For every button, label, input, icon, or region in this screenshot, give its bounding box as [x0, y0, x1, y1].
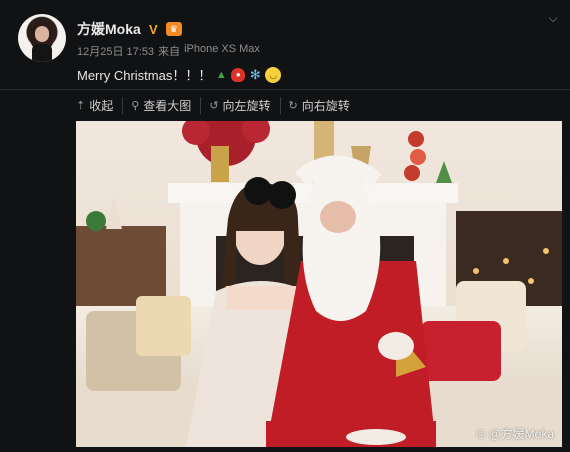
rotate-left-label: 向左旋转 [222, 98, 271, 113]
weibo-logo-icon: ◎ [475, 428, 486, 440]
watermark-text: @方媛Moka [488, 427, 554, 441]
post-source: iPhone XS Max [184, 43, 260, 55]
search-icon: ⚲ [131, 99, 140, 112]
post-text: Merry Christmas！！！ ▲ ● ✻ ◡ [77, 65, 282, 84]
post-meta: 12月25日 17:53 来自 iPhone XS Max [77, 43, 260, 59]
collapse-button[interactable]: ⇡ 收起 [76, 97, 122, 114]
author-row: 方媛Moka V ♛ [77, 19, 182, 39]
chevron-down-icon[interactable]: ⌵ [546, 11, 560, 25]
author-name[interactable]: 方媛Moka [77, 19, 141, 39]
author-avatar[interactable] [18, 14, 66, 62]
image-toolbar: ⇡ 收起 ⚲ 查看大图 ↺ 向左旋转 ↻ 向右旋转 [76, 96, 359, 114]
christmas-tree-icon: ▲ [215, 68, 227, 81]
snowflake-icon: ✻ [249, 66, 261, 82]
post-photo[interactable]: ◎ @方媛Moka [76, 121, 562, 447]
member-level-icon[interactable]: ♛ [165, 22, 182, 36]
view-large-button[interactable]: ⚲ 查看大图 [122, 96, 200, 114]
rotate-left-icon: ↺ [209, 99, 219, 112]
divider [0, 89, 570, 90]
santa-icon: ● [231, 67, 246, 82]
collapse-icon: ⇡ [76, 99, 86, 112]
rotate-right-button[interactable]: ↻ 向右旋转 [279, 96, 359, 114]
weibo-post-card: 方媛Moka V ♛ 12月25日 17:53 来自 iPhone XS Max… [0, 0, 570, 452]
view-large-label: 查看大图 [143, 98, 192, 113]
smile-icon: ◡ [265, 66, 282, 83]
collapse-label: 收起 [89, 98, 114, 113]
post-date[interactable]: 12月25日 17:53 [77, 43, 154, 59]
rotate-right-icon: ↻ [288, 99, 298, 112]
photo-watermark: ◎ @方媛Moka [476, 425, 554, 442]
verified-icon[interactable]: V [146, 22, 161, 37]
rotate-left-button[interactable]: ↺ 向左旋转 [200, 96, 279, 114]
rotate-right-label: 向右旋转 [301, 98, 350, 113]
post-body: Merry Christmas！！！ [77, 68, 212, 83]
source-prefix: 来自 [158, 46, 181, 58]
